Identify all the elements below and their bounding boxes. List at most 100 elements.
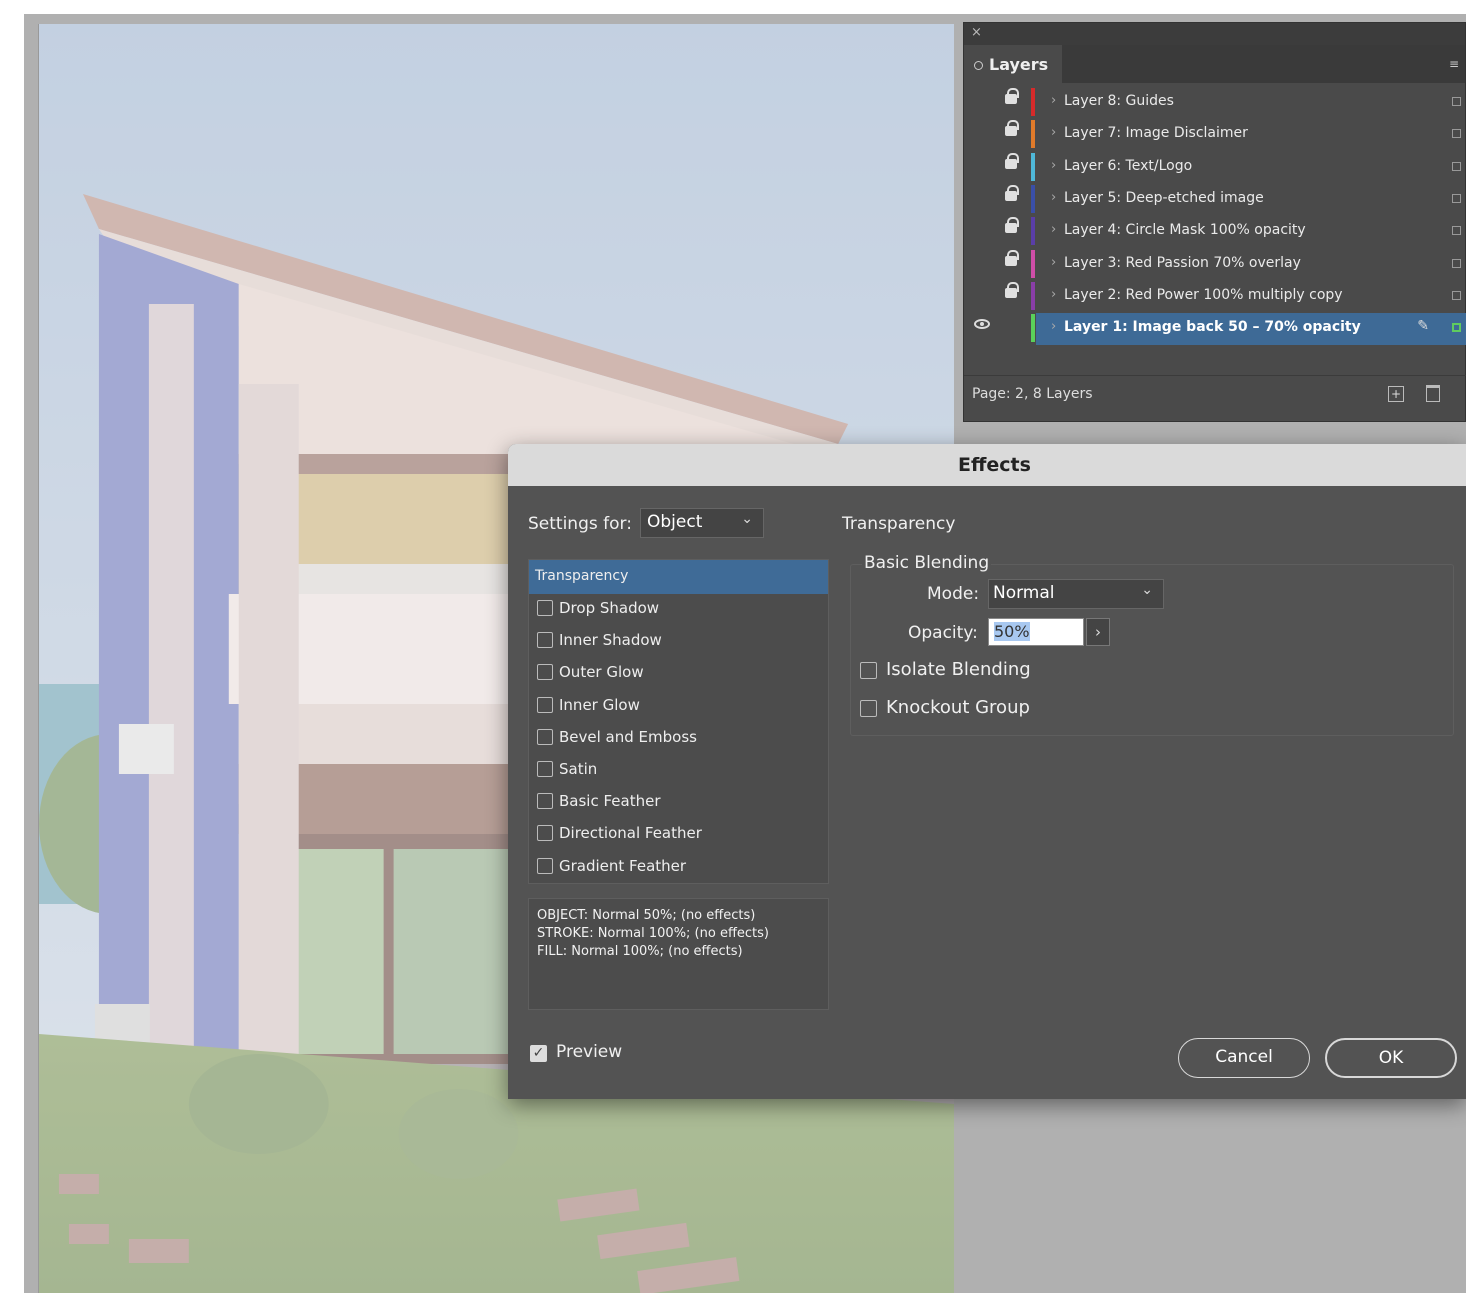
effect-checkbox[interactable]: [537, 825, 553, 842]
expand-chevron-icon[interactable]: ›: [1051, 222, 1056, 237]
mode-select[interactable]: Normal ⌄: [988, 579, 1164, 609]
basic-blending-title: Basic Blending: [862, 553, 992, 573]
close-panel-icon[interactable]: ×: [971, 25, 982, 40]
panel-menu-icon[interactable]: ≡: [1449, 57, 1461, 71]
effect-checkbox[interactable]: [537, 696, 553, 713]
delete-layer-icon[interactable]: [1426, 385, 1440, 402]
effect-item[interactable]: Outer Glow: [529, 658, 828, 690]
effect-item[interactable]: Directional Feather: [529, 819, 828, 851]
effect-item[interactable]: Transparency: [529, 560, 828, 594]
effect-checkbox[interactable]: [537, 761, 553, 777]
layer-row[interactable]: › Layer 4: Circle Mask 100% opacity: [964, 216, 1466, 248]
layer-name: Layer 8: Guides: [1064, 93, 1174, 109]
layer-row[interactable]: › Layer 5: Deep-etched image: [964, 184, 1466, 216]
knockout-group-label: Knockout Group: [886, 697, 1030, 718]
expand-chevron-icon[interactable]: ›: [1051, 255, 1056, 270]
summary-line: FILL: Normal 100%; (no effects): [537, 944, 743, 959]
checkbox-box: [860, 662, 877, 679]
lock-icon[interactable]: [1005, 281, 1019, 298]
checkmark-icon: ✓: [530, 1045, 547, 1062]
layer-row[interactable]: › Layer 3: Red Passion 70% overlay: [964, 249, 1466, 281]
settings-for-select[interactable]: Object ⌄: [640, 508, 764, 538]
layer-row[interactable]: › Layer 2: Red Power 100% multiply copy: [964, 281, 1466, 313]
effect-label: Directional Feather: [559, 824, 702, 843]
effect-item[interactable]: Gradient Feather: [529, 852, 828, 884]
effect-label: Gradient Feather: [559, 856, 687, 875]
lock-icon[interactable]: [1005, 152, 1019, 169]
dialog-title: Effects: [958, 454, 1031, 476]
lock-icon[interactable]: [1005, 217, 1019, 234]
effect-label: Bevel and Emboss: [559, 727, 697, 746]
expand-chevron-icon[interactable]: ›: [1051, 158, 1056, 173]
layer-row[interactable]: › Layer 8: Guides: [964, 87, 1466, 119]
layer-color-swatch: [1031, 152, 1035, 181]
checkbox-box: [860, 700, 877, 717]
isolate-blending-label: Isolate Blending: [886, 659, 1031, 680]
layers-footer: Page: 2, 8 Layers +: [964, 375, 1466, 421]
effect-label: Satin: [559, 760, 598, 778]
effect-checkbox[interactable]: [537, 793, 553, 810]
selection-square-icon[interactable]: [1452, 323, 1461, 333]
lock-icon[interactable]: [1005, 184, 1019, 201]
opacity-input[interactable]: 50%: [988, 618, 1084, 646]
effect-checkbox[interactable]: [537, 632, 553, 649]
effect-checkbox[interactable]: [537, 600, 553, 616]
layer-color-swatch: [1031, 184, 1035, 213]
effect-label: Basic Feather: [559, 792, 661, 811]
tab-layers[interactable]: Layers: [964, 45, 1062, 83]
expand-chevron-icon[interactable]: ›: [1051, 93, 1056, 108]
effect-item[interactable]: Satin: [529, 755, 828, 787]
settings-for-label: Settings for:: [528, 514, 632, 534]
expand-chevron-icon[interactable]: ›: [1051, 287, 1056, 302]
opacity-label: Opacity:: [908, 623, 978, 643]
expand-chevron-icon[interactable]: ›: [1051, 125, 1056, 140]
new-layer-icon[interactable]: +: [1388, 386, 1404, 402]
page-layer-count: Page: 2, 8 Layers: [972, 386, 1093, 402]
effect-item[interactable]: Bevel and Emboss: [529, 723, 828, 755]
layer-name: Layer 2: Red Power 100% multiply copy: [1064, 286, 1343, 303]
opacity-slider-toggle[interactable]: ›: [1086, 618, 1110, 646]
effect-label: Transparency: [535, 568, 629, 584]
effect-item[interactable]: Inner Glow: [529, 691, 828, 723]
selection-square-icon[interactable]: [1452, 226, 1461, 236]
summary-line: OBJECT: Normal 50%; (no effects): [537, 908, 756, 923]
selection-square-icon[interactable]: [1452, 193, 1461, 203]
layer-row[interactable]: › Layer 7: Image Disclaimer: [964, 119, 1466, 151]
selection-square-icon[interactable]: [1452, 258, 1461, 268]
layer-row[interactable]: › Layer 1: Image back 50 – 70% opacity ✎: [964, 313, 1466, 346]
effect-checkbox[interactable]: [537, 664, 553, 681]
summary-line: STROKE: Normal 100%; (no effects): [537, 926, 769, 941]
opacity-value: 50%: [994, 622, 1030, 641]
selection-square-icon[interactable]: [1452, 161, 1461, 171]
mode-value: Normal: [993, 583, 1055, 603]
layer-color-swatch: [1031, 88, 1035, 116]
cancel-button[interactable]: Cancel: [1178, 1038, 1310, 1078]
chevron-down-icon: ⌄: [1141, 582, 1153, 598]
selection-square-icon[interactable]: [1452, 290, 1461, 300]
effect-item[interactable]: Basic Feather: [529, 787, 828, 819]
effect-item[interactable]: Inner Shadow: [529, 626, 828, 658]
selection-square-icon[interactable]: [1452, 97, 1461, 106]
expand-chevron-icon[interactable]: ›: [1051, 319, 1056, 334]
layer-color-swatch: [1031, 281, 1035, 310]
lock-icon[interactable]: [1005, 88, 1019, 104]
settings-for-value: Object: [647, 512, 703, 532]
layer-name: Layer 5: Deep-etched image: [1064, 189, 1264, 206]
dialog-titlebar: Effects: [508, 444, 1466, 486]
layer-row[interactable]: › Layer 6: Text/Logo: [964, 152, 1466, 184]
lock-icon[interactable]: [1005, 120, 1019, 137]
effect-label: Inner Glow: [559, 695, 640, 714]
effect-checkbox[interactable]: [537, 728, 553, 745]
expand-chevron-icon[interactable]: ›: [1051, 190, 1056, 205]
layer-color-swatch: [1031, 249, 1035, 278]
chevron-down-icon: ⌄: [741, 511, 753, 527]
effect-label: Outer Glow: [559, 663, 644, 682]
tab-layers-label: Layers: [989, 55, 1049, 74]
effect-item[interactable]: Drop Shadow: [529, 594, 828, 626]
effect-checkbox[interactable]: [537, 857, 553, 874]
lock-icon[interactable]: [1005, 249, 1019, 266]
layer-name: Layer 3: Red Passion 70% overlay: [1064, 254, 1301, 271]
effects-list: Transparency Drop Shadow Inner Shadow Outer…: [528, 559, 829, 884]
selection-square-icon[interactable]: [1452, 129, 1461, 139]
ok-button[interactable]: OK: [1325, 1038, 1457, 1078]
